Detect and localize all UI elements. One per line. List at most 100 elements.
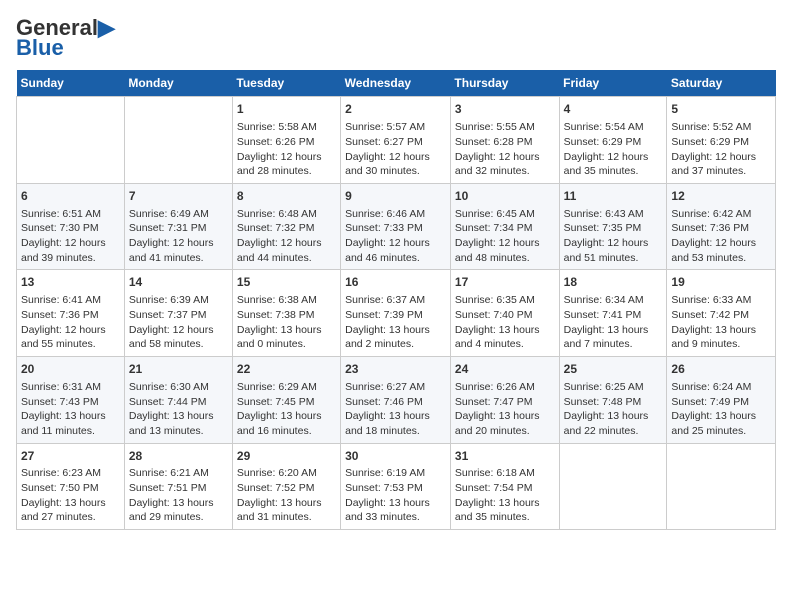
- calendar-cell: [667, 443, 776, 530]
- day-info: Sunrise: 6:33 AM Sunset: 7:42 PM Dayligh…: [671, 293, 771, 352]
- calendar-cell: 30Sunrise: 6:19 AM Sunset: 7:53 PM Dayli…: [341, 443, 451, 530]
- day-number: 31: [455, 448, 555, 465]
- column-header-sunday: Sunday: [17, 70, 125, 97]
- calendar-cell: 20 Sunrise: 6:31 AM Sunset: 7:43 PM Dayli…: [17, 357, 125, 444]
- day-number: 21: [129, 361, 228, 378]
- day-info: Sunrise: 6:25 AM Sunset: 7:48 PM Dayligh…: [564, 380, 663, 439]
- calendar-cell: 14 Sunrise: 6:39 AM Sunset: 7:37 PM Dayli…: [124, 270, 232, 357]
- page-header: General▶ Blue: [16, 16, 776, 60]
- calendar-cell: [17, 97, 125, 184]
- day-info: Sunrise: 6:29 AM Sunset: 7:45 PM Dayligh…: [237, 380, 336, 439]
- calendar-cell: 17 Sunrise: 6:35 AM Sunset: 7:40 PM Dayli…: [450, 270, 559, 357]
- day-info: Sunrise: 6:30 AM Sunset: 7:44 PM Dayligh…: [129, 380, 228, 439]
- day-number: 12: [671, 188, 771, 205]
- calendar-cell: 25 Sunrise: 6:25 AM Sunset: 7:48 PM Dayli…: [559, 357, 667, 444]
- day-info: Sunrise: 6:19 AM Sunset: 7:53 PM Dayligh…: [345, 466, 446, 525]
- day-number: 8: [237, 188, 336, 205]
- calendar-cell: 15 Sunrise: 6:38 AM Sunset: 7:38 PM Dayli…: [232, 270, 340, 357]
- day-number: 3: [455, 101, 555, 118]
- day-info: Sunrise: 6:42 AM Sunset: 7:36 PM Dayligh…: [671, 207, 771, 266]
- day-number: 2: [345, 101, 446, 118]
- day-number: 13: [21, 274, 120, 291]
- day-info: Sunrise: 6:45 AM Sunset: 7:34 PM Dayligh…: [455, 207, 555, 266]
- day-info: Sunrise: 6:34 AM Sunset: 7:41 PM Dayligh…: [564, 293, 663, 352]
- day-info: Sunrise: 6:18 AM Sunset: 7:54 PM Dayligh…: [455, 466, 555, 525]
- day-number: 25: [564, 361, 663, 378]
- calendar-cell: 13 Sunrise: 6:41 AM Sunset: 7:36 PM Dayli…: [17, 270, 125, 357]
- calendar-cell: 27Sunrise: 6:23 AM Sunset: 7:50 PM Dayli…: [17, 443, 125, 530]
- day-info: Sunrise: 6:20 AM Sunset: 7:52 PM Dayligh…: [237, 466, 336, 525]
- week-row-5: 27Sunrise: 6:23 AM Sunset: 7:50 PM Dayli…: [17, 443, 776, 530]
- calendar-cell: 3 Sunrise: 5:55 AM Sunset: 6:28 PM Daylig…: [450, 97, 559, 184]
- day-number: 24: [455, 361, 555, 378]
- day-number: 28: [129, 448, 228, 465]
- day-number: 14: [129, 274, 228, 291]
- day-number: 11: [564, 188, 663, 205]
- day-info: Sunrise: 6:27 AM Sunset: 7:46 PM Dayligh…: [345, 380, 446, 439]
- day-info: Sunrise: 6:37 AM Sunset: 7:39 PM Dayligh…: [345, 293, 446, 352]
- column-header-friday: Friday: [559, 70, 667, 97]
- day-number: 20: [21, 361, 120, 378]
- week-row-4: 20 Sunrise: 6:31 AM Sunset: 7:43 PM Dayli…: [17, 357, 776, 444]
- column-header-tuesday: Tuesday: [232, 70, 340, 97]
- day-info: Sunrise: 6:51 AM Sunset: 7:30 PM Dayligh…: [21, 207, 120, 266]
- day-number: 1: [237, 101, 336, 118]
- day-number: 16: [345, 274, 446, 291]
- calendar-cell: 5 Sunrise: 5:52 AM Sunset: 6:29 PM Daylig…: [667, 97, 776, 184]
- calendar-cell: 10 Sunrise: 6:45 AM Sunset: 7:34 PM Dayli…: [450, 183, 559, 270]
- calendar-cell: 22 Sunrise: 6:29 AM Sunset: 7:45 PM Dayli…: [232, 357, 340, 444]
- day-number: 27: [21, 448, 120, 465]
- day-info: Sunrise: 6:38 AM Sunset: 7:38 PM Dayligh…: [237, 293, 336, 352]
- calendar-cell: 23 Sunrise: 6:27 AM Sunset: 7:46 PM Dayli…: [341, 357, 451, 444]
- day-number: 10: [455, 188, 555, 205]
- column-header-saturday: Saturday: [667, 70, 776, 97]
- calendar-cell: 28Sunrise: 6:21 AM Sunset: 7:51 PM Dayli…: [124, 443, 232, 530]
- calendar-cell: 1 Sunrise: 5:58 AM Sunset: 6:26 PM Daylig…: [232, 97, 340, 184]
- day-info: Sunrise: 6:24 AM Sunset: 7:49 PM Dayligh…: [671, 380, 771, 439]
- column-header-wednesday: Wednesday: [341, 70, 451, 97]
- calendar-cell: 21 Sunrise: 6:30 AM Sunset: 7:44 PM Dayli…: [124, 357, 232, 444]
- calendar-cell: 31Sunrise: 6:18 AM Sunset: 7:54 PM Dayli…: [450, 443, 559, 530]
- calendar-cell: 29Sunrise: 6:20 AM Sunset: 7:52 PM Dayli…: [232, 443, 340, 530]
- day-number: 29: [237, 448, 336, 465]
- calendar-cell: 2 Sunrise: 5:57 AM Sunset: 6:27 PM Daylig…: [341, 97, 451, 184]
- day-number: 15: [237, 274, 336, 291]
- calendar-cell: [124, 97, 232, 184]
- day-info: Sunrise: 6:35 AM Sunset: 7:40 PM Dayligh…: [455, 293, 555, 352]
- calendar-cell: 6 Sunrise: 6:51 AM Sunset: 7:30 PM Daylig…: [17, 183, 125, 270]
- day-number: 7: [129, 188, 228, 205]
- day-info: Sunrise: 6:26 AM Sunset: 7:47 PM Dayligh…: [455, 380, 555, 439]
- calendar-cell: 12 Sunrise: 6:42 AM Sunset: 7:36 PM Dayli…: [667, 183, 776, 270]
- day-info: Sunrise: 6:48 AM Sunset: 7:32 PM Dayligh…: [237, 207, 336, 266]
- day-info: Sunrise: 5:58 AM Sunset: 6:26 PM Dayligh…: [237, 120, 336, 179]
- day-info: Sunrise: 6:43 AM Sunset: 7:35 PM Dayligh…: [564, 207, 663, 266]
- day-info: Sunrise: 6:46 AM Sunset: 7:33 PM Dayligh…: [345, 207, 446, 266]
- day-info: Sunrise: 5:52 AM Sunset: 6:29 PM Dayligh…: [671, 120, 771, 179]
- day-info: Sunrise: 6:39 AM Sunset: 7:37 PM Dayligh…: [129, 293, 228, 352]
- day-number: 17: [455, 274, 555, 291]
- day-number: 23: [345, 361, 446, 378]
- calendar-cell: 16 Sunrise: 6:37 AM Sunset: 7:39 PM Dayli…: [341, 270, 451, 357]
- day-info: Sunrise: 6:23 AM Sunset: 7:50 PM Dayligh…: [21, 466, 120, 525]
- day-number: 30: [345, 448, 446, 465]
- calendar-cell: 9Sunrise: 6:46 AM Sunset: 7:33 PM Daylig…: [341, 183, 451, 270]
- day-info: Sunrise: 5:55 AM Sunset: 6:28 PM Dayligh…: [455, 120, 555, 179]
- week-row-1: 1 Sunrise: 5:58 AM Sunset: 6:26 PM Daylig…: [17, 97, 776, 184]
- calendar-cell: 24 Sunrise: 6:26 AM Sunset: 7:47 PM Dayli…: [450, 357, 559, 444]
- day-number: 5: [671, 101, 771, 118]
- day-number: 6: [21, 188, 120, 205]
- day-number: 19: [671, 274, 771, 291]
- day-info: Sunrise: 5:57 AM Sunset: 6:27 PM Dayligh…: [345, 120, 446, 179]
- day-info: Sunrise: 6:41 AM Sunset: 7:36 PM Dayligh…: [21, 293, 120, 352]
- logo: General▶ Blue: [16, 16, 115, 60]
- calendar-table: SundayMondayTuesdayWednesdayThursdayFrid…: [16, 70, 776, 530]
- day-info: Sunrise: 6:21 AM Sunset: 7:51 PM Dayligh…: [129, 466, 228, 525]
- calendar-body: 1 Sunrise: 5:58 AM Sunset: 6:26 PM Daylig…: [17, 97, 776, 530]
- day-number: 22: [237, 361, 336, 378]
- column-header-thursday: Thursday: [450, 70, 559, 97]
- calendar-cell: 26Sunrise: 6:24 AM Sunset: 7:49 PM Dayli…: [667, 357, 776, 444]
- calendar-cell: 18Sunrise: 6:34 AM Sunset: 7:41 PM Dayli…: [559, 270, 667, 357]
- day-info: Sunrise: 6:31 AM Sunset: 7:43 PM Dayligh…: [21, 380, 120, 439]
- calendar-cell: 4Sunrise: 5:54 AM Sunset: 6:29 PM Daylig…: [559, 97, 667, 184]
- day-number: 4: [564, 101, 663, 118]
